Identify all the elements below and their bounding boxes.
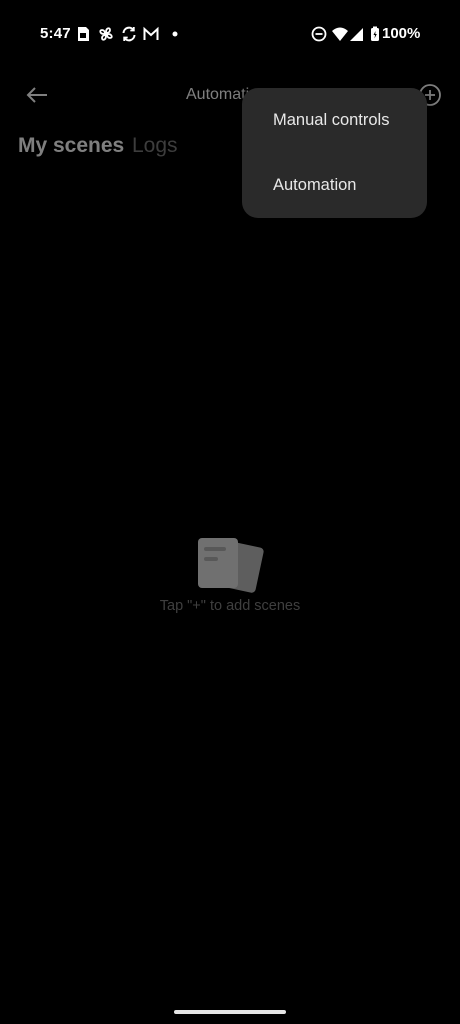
- empty-state-message: Tap "+" to add scenes: [159, 598, 301, 614]
- status-time: 5:47: [40, 25, 71, 42]
- notification-dot-icon: [166, 25, 184, 43]
- signal-icon: [348, 25, 366, 43]
- sync-icon: [120, 25, 138, 43]
- gmail-icon: [142, 25, 160, 43]
- home-indicator[interactable]: [174, 1010, 286, 1014]
- tab-logs[interactable]: Logs: [132, 134, 178, 158]
- back-arrow-icon: [26, 87, 47, 103]
- sim-card-icon: [74, 25, 92, 43]
- tab-my-scenes[interactable]: My scenes: [18, 134, 124, 158]
- battery-percentage: 100%: [382, 25, 421, 42]
- status-bar: 5:47 100%: [0, 0, 460, 68]
- back-button[interactable]: [22, 80, 52, 110]
- do-not-disturb-icon: [310, 25, 328, 43]
- fan-icon: [97, 25, 115, 43]
- add-options-menu: Manual controls Automation: [242, 88, 427, 218]
- wifi-icon: [331, 25, 349, 43]
- scenes-cards-icon: [194, 534, 266, 594]
- menu-item-manual-controls[interactable]: Manual controls: [242, 88, 427, 152]
- menu-item-automation[interactable]: Automation: [242, 153, 427, 217]
